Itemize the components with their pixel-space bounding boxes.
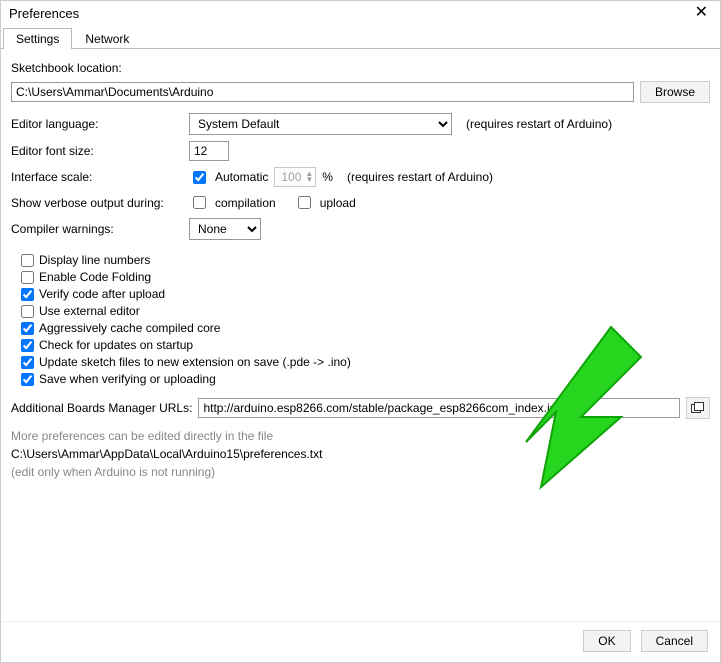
update-extension-checkbox[interactable] bbox=[21, 356, 34, 369]
language-hint: (requires restart of Arduino) bbox=[466, 117, 612, 131]
cache-core-checkbox[interactable] bbox=[21, 322, 34, 335]
prefs-file-path: C:\Users\Ammar\AppData\Local\Arduino15\p… bbox=[11, 447, 710, 461]
browse-button[interactable]: Browse bbox=[640, 81, 710, 103]
boards-url-expand-button[interactable] bbox=[686, 397, 710, 419]
tabs: Settings Network bbox=[1, 27, 720, 49]
titlebar: Preferences ✕ bbox=[1, 1, 720, 25]
language-select[interactable]: System Default bbox=[189, 113, 452, 135]
warnings-label: Compiler warnings: bbox=[11, 222, 183, 236]
close-icon[interactable]: ✕ bbox=[691, 5, 712, 21]
boards-url-input[interactable] bbox=[198, 398, 680, 418]
scale-hint: (requires restart of Arduino) bbox=[347, 170, 493, 184]
verbose-label: Show verbose output during: bbox=[11, 196, 183, 210]
tab-network[interactable]: Network bbox=[72, 28, 142, 49]
display-lines-checkbox[interactable] bbox=[21, 254, 34, 267]
check-updates-label: Check for updates on startup bbox=[39, 338, 193, 352]
fontsize-input[interactable] bbox=[189, 141, 229, 161]
fontsize-label: Editor font size: bbox=[11, 144, 183, 158]
verbose-upload-checkbox[interactable] bbox=[298, 196, 311, 209]
save-on-verify-checkbox[interactable] bbox=[21, 373, 34, 386]
dialog-footer: OK Cancel bbox=[1, 621, 720, 662]
external-editor-label: Use external editor bbox=[39, 304, 140, 318]
update-extension-label: Update sketch files to new extension on … bbox=[39, 355, 351, 369]
scale-auto-checkbox[interactable] bbox=[193, 171, 206, 184]
external-editor-checkbox[interactable] bbox=[21, 305, 34, 318]
ok-button[interactable]: OK bbox=[583, 630, 630, 652]
prefs-file-note: More preferences can be edited directly … bbox=[11, 429, 710, 443]
warnings-select[interactable]: None bbox=[189, 218, 261, 240]
prefs-file-hint: (edit only when Arduino is not running) bbox=[11, 465, 710, 479]
window-icon bbox=[691, 402, 705, 414]
cancel-button[interactable]: Cancel bbox=[641, 630, 708, 652]
check-updates-checkbox[interactable] bbox=[21, 339, 34, 352]
cache-core-label: Aggressively cache compiled core bbox=[39, 321, 220, 335]
code-folding-label: Enable Code Folding bbox=[39, 270, 151, 284]
verify-upload-checkbox[interactable] bbox=[21, 288, 34, 301]
scale-value-input bbox=[277, 168, 305, 186]
verbose-compile-checkbox[interactable] bbox=[193, 196, 206, 209]
tab-settings[interactable]: Settings bbox=[3, 28, 72, 49]
boards-url-label: Additional Boards Manager URLs: bbox=[11, 401, 192, 415]
language-label: Editor language: bbox=[11, 117, 183, 131]
scale-label: Interface scale: bbox=[11, 170, 183, 184]
save-on-verify-label: Save when verifying or uploading bbox=[39, 372, 216, 386]
sketchbook-label: Sketchbook location: bbox=[11, 61, 122, 75]
verbose-compile-label: compilation bbox=[215, 196, 276, 210]
verbose-upload-label: upload bbox=[320, 196, 356, 210]
scale-spinner[interactable]: ▲▼ bbox=[274, 167, 316, 187]
scale-pct: % bbox=[322, 170, 333, 184]
window-title: Preferences bbox=[9, 6, 79, 21]
settings-panel: Sketchbook location: Browse Editor langu… bbox=[1, 49, 720, 621]
scale-auto-label: Automatic bbox=[215, 170, 268, 184]
display-lines-label: Display line numbers bbox=[39, 253, 150, 267]
code-folding-checkbox[interactable] bbox=[21, 271, 34, 284]
verify-upload-label: Verify code after upload bbox=[39, 287, 165, 301]
sketchbook-location-input[interactable] bbox=[11, 82, 634, 102]
